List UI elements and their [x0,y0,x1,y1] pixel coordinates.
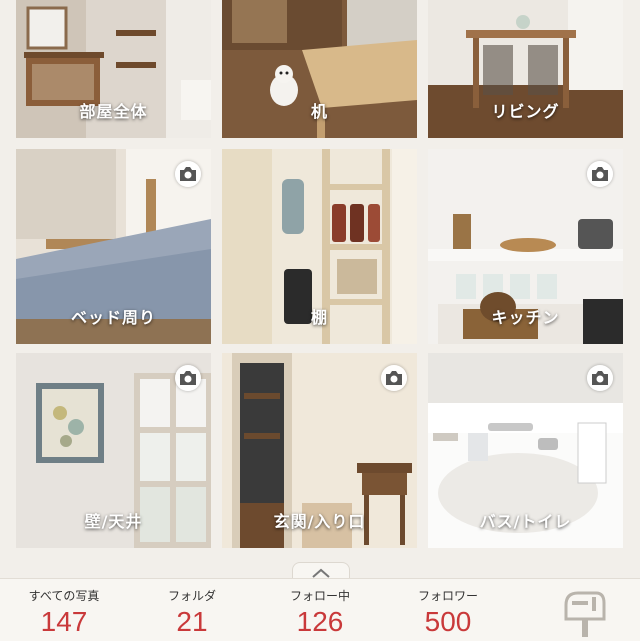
folder-label: ベッド周り [70,308,156,327]
camera-badge[interactable] [381,365,407,391]
stat-label: フォロー中 [289,589,350,603]
stat-label: フォロワー [417,589,478,603]
camera-badge[interactable] [587,365,613,391]
stat-value: 147 [40,606,88,637]
mailbox-button[interactable] [560,587,608,641]
folder-label: 玄関/入り口 [273,512,366,531]
profile-stats-bar: すべての写真 147 フォルダ 21 フォロー中 126 フォロワー 500 [0,578,640,641]
folder-tile-room[interactable]: 部屋全体 [16,0,211,138]
mailbox-icon [564,591,606,637]
camera-icon [592,167,608,181]
folder-label: リビング [491,102,560,121]
chevron-up-icon [312,568,330,578]
camera-badge[interactable] [175,365,201,391]
folder-grid: 部屋全体 机 リビング ベッド周り 棚 キッチン 壁/天井 玄関/入り口 バス/… [0,0,640,576]
folder-tile-living[interactable]: リビング [428,0,623,138]
camera-icon [386,371,402,385]
stat-value: 21 [176,606,208,637]
folder-tile-bed[interactable]: ベッド周り [16,149,211,344]
folder-tile-wall[interactable]: 壁/天井 [16,353,211,548]
stat-all-photos[interactable]: すべての写真 147 [14,579,114,638]
stat-label: フォルダ [167,589,216,603]
folder-tile-entrance[interactable]: 玄関/入り口 [222,353,417,548]
folder-tile-kitchen[interactable]: キッチン [428,149,623,344]
camera-badge[interactable] [175,161,201,187]
stat-followers[interactable]: フォロワー 500 [398,579,498,638]
camera-icon [180,371,196,385]
stat-following[interactable]: フォロー中 126 [270,579,370,638]
camera-badge[interactable] [587,161,613,187]
folder-label: 机 [310,102,328,121]
stat-value: 500 [424,606,472,637]
folder-label: バス/トイレ [479,512,572,531]
camera-icon [592,371,608,385]
folder-tile-bath[interactable]: バス/トイレ [428,353,623,548]
stat-value: 126 [296,606,344,637]
folder-tile-desk[interactable]: 机 [222,0,417,138]
folder-label: キッチン [491,308,560,327]
camera-icon [180,167,196,181]
folder-label: 部屋全体 [79,102,148,121]
stat-label: すべての写真 [28,589,100,603]
folder-label: 棚 [310,308,328,327]
folder-tile-shelf[interactable]: 棚 [222,149,417,344]
stat-folders[interactable]: フォルダ 21 [142,579,242,638]
folder-label: 壁/天井 [84,512,143,531]
